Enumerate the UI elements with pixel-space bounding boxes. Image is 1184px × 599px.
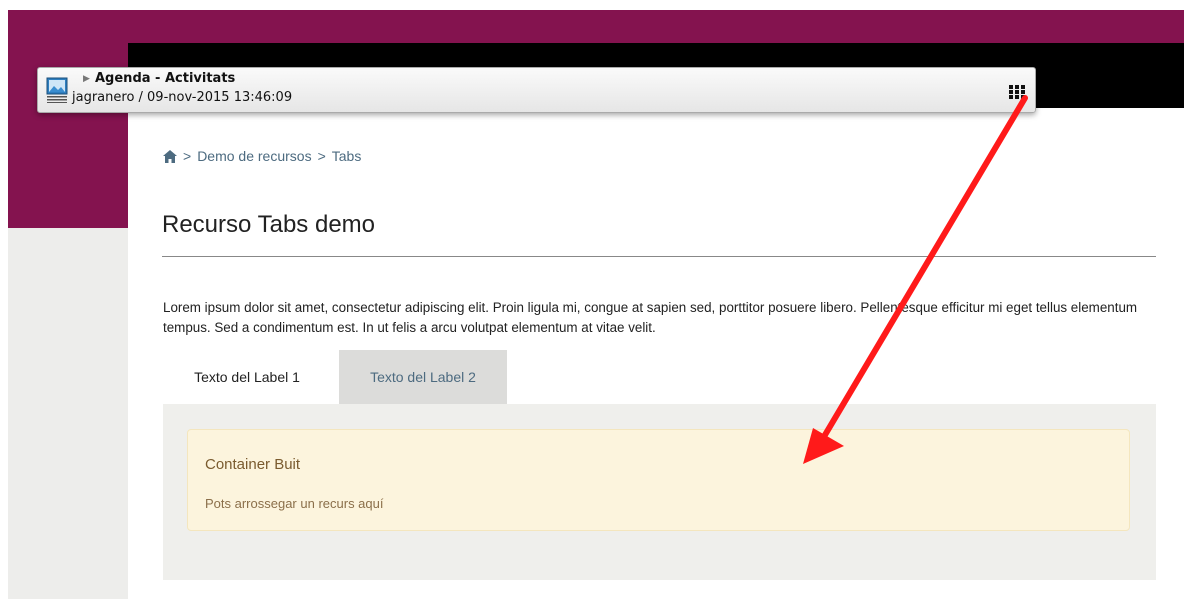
- resource-title: Agenda - Activitats: [95, 71, 236, 86]
- container-hint: Pots arrossegar un recurs aquí: [205, 496, 384, 511]
- breadcrumb-item-demo-de-recursos[interactable]: Demo de recursos: [197, 148, 311, 164]
- left-sidebar-background: [8, 228, 128, 599]
- resource-toolbar: ▶ Agenda - Activitats jagranero / 09-nov…: [37, 67, 1036, 113]
- breadcrumb-item-tabs[interactable]: Tabs: [332, 148, 362, 164]
- resource-meta: jagranero / 09-nov-2015 13:46:09: [72, 90, 293, 105]
- breadcrumb: > Demo de recursos > Tabs: [163, 148, 361, 164]
- home-icon[interactable]: [163, 149, 177, 163]
- tab-label-2[interactable]: Texto del Label 2: [339, 350, 507, 404]
- tab-label-1[interactable]: Texto del Label 1: [163, 350, 331, 404]
- tab-label-1-text: Texto del Label 1: [194, 369, 300, 385]
- container-title: Container Buit: [205, 456, 301, 473]
- empty-container-dropzone[interactable]: Container Buit Pots arrossegar un recurs…: [187, 429, 1130, 531]
- grid-handle-icon[interactable]: [1009, 85, 1025, 99]
- breadcrumb-separator: >: [183, 148, 192, 164]
- lead-paragraph: Lorem ipsum dolor sit amet, consectetur …: [163, 300, 1138, 335]
- breadcrumb-separator: >: [317, 148, 326, 164]
- caret-right-icon[interactable]: ▶: [83, 74, 90, 84]
- image-resource-icon: [46, 77, 68, 103]
- title-divider: [162, 256, 1156, 257]
- tab-label-2-text: Texto del Label 2: [370, 369, 476, 385]
- page-title: Recurso Tabs demo: [162, 211, 375, 238]
